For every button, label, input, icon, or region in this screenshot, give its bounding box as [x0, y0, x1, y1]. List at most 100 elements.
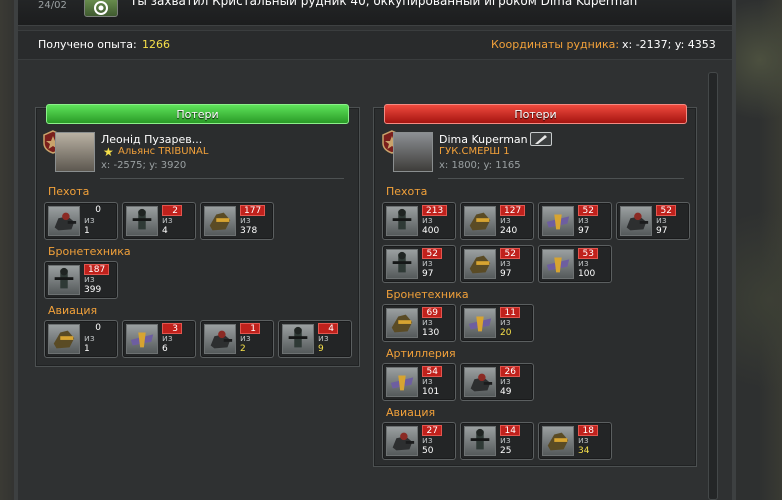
unit-lost-count: 187 [84, 264, 110, 275]
unit-of-label: из [578, 259, 589, 269]
unit-lost-count: 52 [422, 248, 442, 259]
unit-tile[interactable]: 2 из 4 [122, 202, 196, 240]
unit-lost-count: 213 [422, 205, 448, 216]
unit-of-label: из [422, 318, 433, 328]
unit-of-label: из [578, 436, 589, 446]
unit-tile[interactable]: 0 из 1 [44, 202, 118, 240]
unit-of-label: из [500, 259, 511, 269]
unit-tile[interactable]: 3 из 6 [122, 320, 196, 358]
unit-tile[interactable]: 52 из 97 [538, 202, 612, 240]
scrollbar[interactable] [708, 72, 718, 500]
unit-of-label: из [500, 216, 511, 226]
unit-lost-count: 2 [162, 205, 182, 216]
unit-total-count: 399 [84, 285, 102, 295]
pencil-icon [535, 135, 547, 144]
unit-of-label: из [162, 216, 173, 226]
player-avatar[interactable] [393, 132, 433, 172]
unit-of-label: из [422, 216, 433, 226]
unit-lost-count: 0 [95, 205, 101, 215]
unit-tile[interactable]: 18 из 34 [538, 422, 612, 460]
unit-of-label: из [84, 275, 95, 285]
unit-tile[interactable]: 14 из 25 [460, 422, 534, 460]
unit-lost-count: 1 [240, 323, 260, 334]
unit-total-count: 34 [578, 446, 590, 456]
unit-total-count: 378 [240, 226, 258, 236]
unit-total-count: 1 [84, 344, 90, 354]
unit-tile[interactable]: 69 из 130 [382, 304, 456, 342]
section-armor: Бронетехника [48, 245, 131, 258]
unit-tile[interactable]: 52 из 97 [382, 245, 456, 283]
unit-lost-count: 11 [500, 307, 520, 318]
unit-tile[interactable]: 54 из 101 [382, 363, 456, 401]
unit-tile[interactable]: 0 из 1 [44, 320, 118, 358]
section-artillery: Артиллерия [386, 347, 456, 360]
unit-icon [48, 206, 80, 236]
unit-tile[interactable]: 53 из 100 [538, 245, 612, 283]
unit-of-label: из [500, 318, 511, 328]
unit-icon [386, 249, 418, 279]
unit-tile[interactable]: 26 из 49 [460, 363, 534, 401]
unit-tile[interactable]: 213 из 400 [382, 202, 456, 240]
unit-total-count: 240 [500, 226, 518, 236]
unit-total-count: 130 [422, 328, 440, 338]
unit-total-count: 4 [162, 226, 168, 236]
unit-tile[interactable]: 127 из 240 [460, 202, 534, 240]
unit-icon [204, 206, 236, 236]
unit-tile[interactable]: 187 из 399 [44, 261, 118, 299]
mine-coords-label: Координаты рудника: [491, 38, 620, 51]
attacker-alliance[interactable]: Альянс TRIBUNAL [118, 146, 208, 157]
section-aviation: Авиация [386, 406, 436, 419]
defender-alliance[interactable]: ГУК.СМЕРШ 1 [439, 146, 510, 157]
unit-icon [282, 324, 314, 354]
unit-tile[interactable]: 4 из 9 [278, 320, 352, 358]
message-button[interactable] [530, 132, 552, 146]
unit-of-label: из [656, 216, 667, 226]
unit-total-count: 101 [422, 387, 440, 397]
unit-lost-count: 177 [240, 205, 266, 216]
unit-tile[interactable]: 27 из 50 [382, 422, 456, 460]
unit-icon [620, 206, 652, 236]
unit-lost-count: 52 [500, 248, 520, 259]
unit-of-label: из [578, 216, 589, 226]
unit-total-count: 1 [84, 226, 90, 236]
unit-total-count: 9 [318, 344, 324, 354]
unit-of-label: из [84, 216, 95, 226]
unit-lost-count: 0 [95, 323, 101, 333]
unit-total-count: 97 [578, 226, 590, 236]
alliance-star-icon: ★ [103, 145, 114, 159]
unit-total-count: 400 [422, 226, 440, 236]
unit-lost-count: 27 [422, 425, 442, 436]
section-armor: Бронетехника [386, 288, 469, 301]
unit-of-label: из [240, 334, 251, 344]
capture-icon [84, 0, 118, 17]
section-infantry: Пехота [48, 185, 90, 198]
unit-tile[interactable]: 177 из 378 [200, 202, 274, 240]
unit-tile[interactable]: 1 из 2 [200, 320, 274, 358]
unit-total-count: 97 [500, 269, 512, 279]
player-avatar[interactable] [55, 132, 95, 172]
defender-name[interactable]: Dima Kuperman [439, 133, 528, 146]
unit-total-count: 25 [500, 446, 512, 456]
unit-icon [386, 426, 418, 456]
unit-lost-count: 4 [318, 323, 338, 334]
unit-total-count: 20 [500, 328, 512, 338]
unit-icon [386, 367, 418, 397]
unit-of-label: из [240, 216, 251, 226]
unit-lost-count: 26 [500, 366, 520, 377]
unit-total-count: 97 [656, 226, 668, 236]
unit-lost-count: 18 [578, 425, 598, 436]
unit-icon [126, 206, 158, 236]
unit-total-count: 100 [578, 269, 596, 279]
unit-total-count: 6 [162, 344, 168, 354]
unit-tile[interactable]: 52 из 97 [460, 245, 534, 283]
attacker-coords: x: -2575; y: 3920 [101, 160, 187, 171]
unit-tile[interactable]: 11 из 20 [460, 304, 534, 342]
defender-losses-header: Потери [384, 104, 687, 124]
xp-label: Получено опыта: [38, 38, 137, 51]
mine-coords-value: x: -2137; y: 4353 [622, 38, 716, 51]
xp-value: 1266 [142, 38, 170, 51]
attacker-name[interactable]: Леонід Пузарев... [101, 133, 202, 146]
unit-tile[interactable]: 52 из 97 [616, 202, 690, 240]
unit-icon [464, 426, 496, 456]
divider [438, 178, 684, 179]
